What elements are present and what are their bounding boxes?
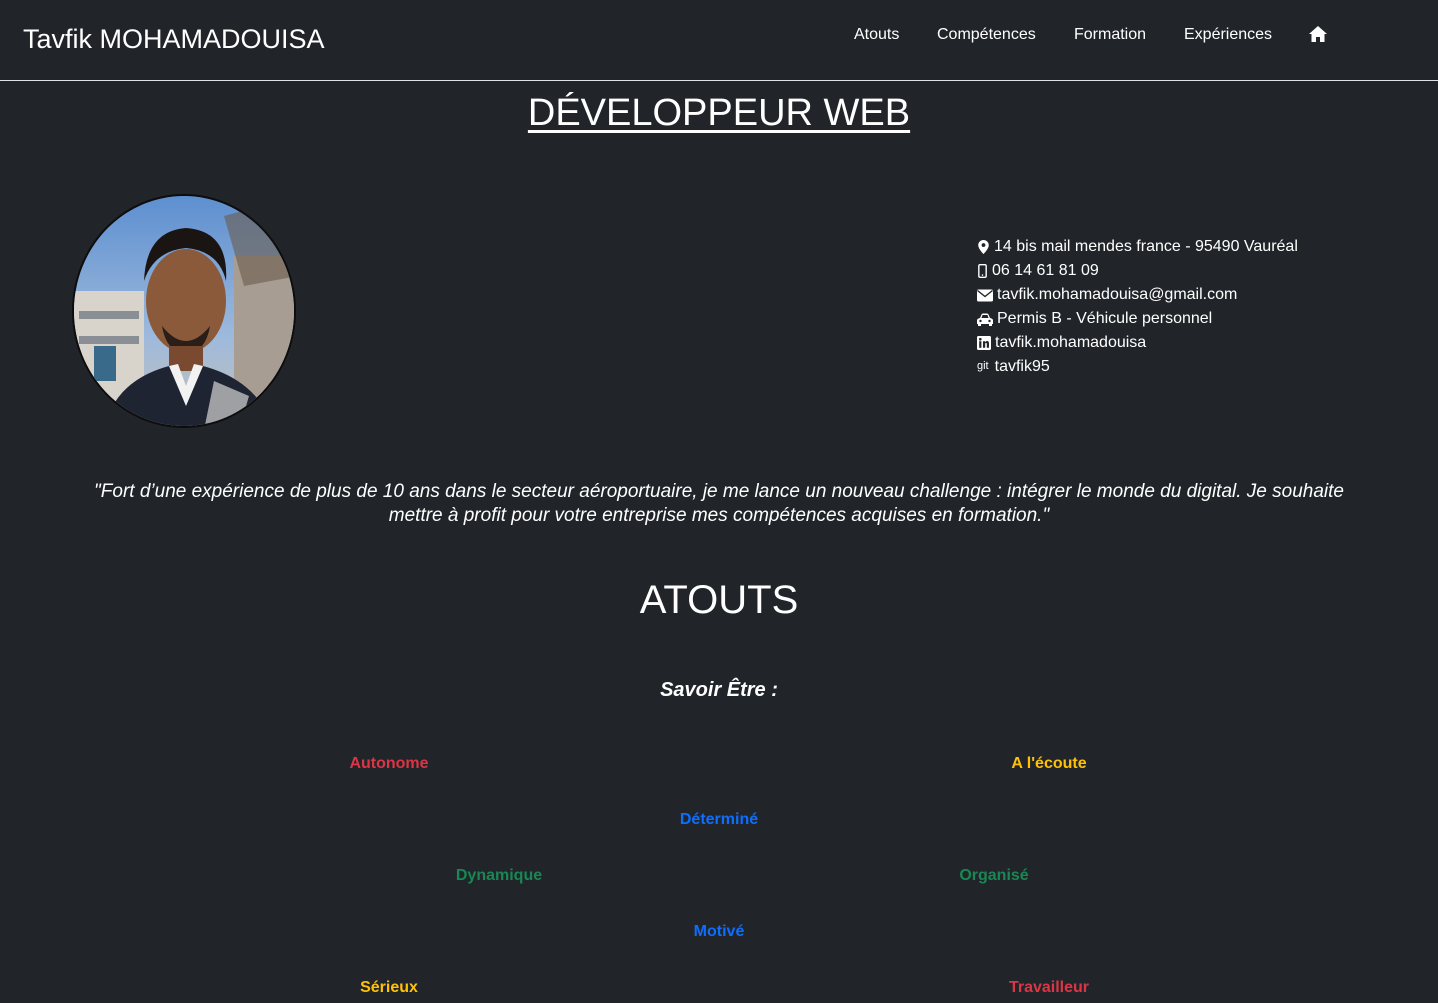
trait-dynamique: Dynamique (455, 867, 543, 884)
linkedin-icon (977, 336, 991, 350)
nav-link-experiences[interactable]: Expériences (1184, 24, 1272, 46)
envelope-icon (977, 289, 993, 301)
navbar: Tavfik MOHAMADOUISA Atouts Compétences F… (0, 0, 1438, 81)
home-icon[interactable] (1308, 25, 1328, 43)
mobile-icon (978, 264, 987, 278)
car-icon (977, 313, 993, 326)
trait-organise: Organisé (959, 867, 1029, 884)
home-icon-graphic (1309, 26, 1327, 42)
map-marker-icon (978, 240, 989, 254)
linkedin-text[interactable]: tavfik.mohamadouisa (995, 334, 1146, 352)
git-icon: git (977, 360, 989, 372)
nav-link-competences[interactable]: Compétences (937, 24, 1036, 46)
trait-autonome: Autonome (349, 755, 429, 772)
page-title: DÉVELOPPEUR WEB (527, 92, 911, 134)
section-title-atouts: ATOUTS (639, 578, 799, 622)
trait-travailleur: Travailleur (1008, 979, 1090, 996)
trait-serieux: Sérieux (360, 979, 418, 996)
git-text[interactable]: tavfik95 (995, 358, 1050, 376)
contact-license: Permis B - Véhicule personnel (977, 307, 1212, 331)
contact-linkedin: tavfik.mohamadouisa (977, 331, 1146, 355)
contact-email: tavfik.mohamadouisa@gmail.com (977, 283, 1237, 307)
brand-link[interactable]: Tavfik MOHAMADOUISA (23, 24, 325, 55)
trait-determine: Déterminé (679, 811, 759, 828)
license-text: Permis B - Véhicule personnel (997, 310, 1213, 327)
trait-a-l-ecoute: A l'écoute (1011, 755, 1087, 772)
avatar (72, 194, 296, 428)
nav-link-formation[interactable]: Formation (1074, 24, 1146, 46)
contact-phone: 06 14 61 81 09 (977, 259, 1099, 283)
trait-motive: Motivé (693, 923, 745, 940)
address-text: 14 bis mail mendes france - 95490 Vauréa… (994, 238, 1298, 255)
intro-quote: "Fort d’une expérience de plus de 10 ans… (94, 481, 1344, 526)
contact-address: 14 bis mail mendes france - 95490 Vauréa… (977, 235, 1298, 259)
profile-photo (74, 196, 294, 426)
nav-link-atouts[interactable]: Atouts (854, 24, 899, 46)
email-text[interactable]: tavfik.mohamadouisa@gmail.com (997, 286, 1237, 304)
contact-git: git tavfik95 (977, 355, 1050, 379)
phone-text: 06 14 61 81 09 (992, 262, 1099, 279)
savoir-etre-subtitle: Savoir Être : (660, 679, 778, 701)
